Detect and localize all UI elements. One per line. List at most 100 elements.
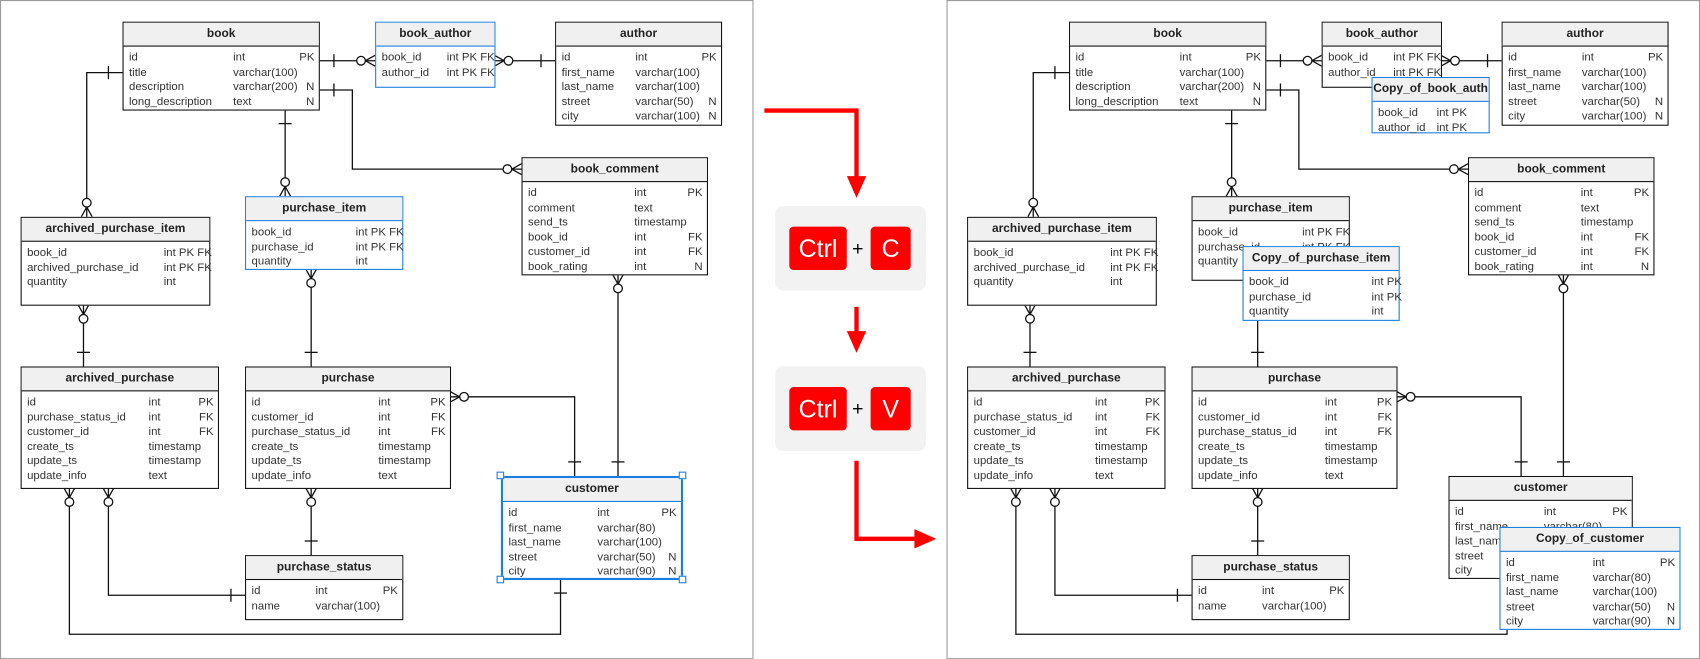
- column-row: name varchar(100): [246, 599, 402, 614]
- column-type: varchar(50): [1592, 600, 1651, 614]
- column-type: varchar(50): [597, 550, 656, 564]
- table-purchase-status-result[interactable]: purchase_status id int PK name varchar(100): [1191, 555, 1350, 621]
- column-flag: N: [694, 260, 703, 274]
- column-name: customer_id: [973, 425, 1036, 439]
- column-row: book_id int PK FK: [1323, 51, 1441, 66]
- table-copy-purchase-item[interactable]: Copy_of_purchase_item book_id int PK purcha…: [1242, 246, 1402, 321]
- zero-marker: [503, 55, 514, 66]
- resize-handle[interactable]: [496, 471, 505, 480]
- column-name: author_id: [1328, 65, 1376, 79]
- zero-marker: [613, 283, 623, 294]
- crow-foot-marker: [511, 168, 522, 176]
- crow-foot-marker: [63, 487, 70, 498]
- column-name: author_id: [1378, 120, 1426, 135]
- column-type: int: [1262, 584, 1275, 598]
- column-name: quantity: [27, 275, 67, 289]
- column-name: id: [1198, 584, 1207, 598]
- table-book-comment[interactable]: book_comment id int PK comment text send_ts tim…: [521, 157, 708, 276]
- zero-marker: [306, 277, 317, 288]
- column-name: title: [1075, 65, 1094, 79]
- column-row: id int PK: [22, 396, 218, 411]
- column-type: varchar(200): [1179, 80, 1245, 94]
- table-book[interactable]: book id int PK title varchar(100) description v…: [122, 21, 320, 111]
- resize-handle[interactable]: [678, 575, 687, 584]
- column-name: first_name: [1505, 570, 1560, 584]
- column-type: varchar(100): [1581, 80, 1647, 94]
- column-name: update_ts: [973, 454, 1024, 468]
- column-type: int: [634, 260, 647, 274]
- resize-handle[interactable]: [678, 471, 687, 480]
- column-name: long_description: [129, 95, 212, 109]
- column-name: id: [1508, 50, 1517, 64]
- column-type: int PK: [1371, 290, 1402, 304]
- table-book-result[interactable]: book id int PK title varchar(100) description v…: [1069, 21, 1267, 111]
- table-archived-purchase[interactable]: archived_purchase id int PK purchase_status_…: [20, 366, 220, 489]
- column-flag: N: [1666, 615, 1676, 629]
- column-type: varchar(100): [635, 65, 700, 79]
- column-row: street varchar(50) N: [1501, 600, 1680, 615]
- column-name: first_name: [508, 521, 562, 535]
- column-type: text: [148, 469, 167, 483]
- column-type: int: [1580, 230, 1593, 244]
- table-archived-purchase-result[interactable]: archived_purchase id int PK purchase_status_…: [967, 366, 1166, 489]
- column-row: street varchar(50) N: [1503, 95, 1668, 110]
- column-row: customer_id int FK: [1469, 245, 1653, 260]
- crow-foot-marker: [107, 487, 115, 498]
- table-author-result[interactable]: author id int PK first_name varchar(100) last_…: [1501, 21, 1669, 126]
- column-name: first_name: [1508, 65, 1562, 79]
- crow-foot-marker: [1032, 206, 1040, 218]
- table-book-author[interactable]: book_author book_id int PK FK author_id int …: [375, 21, 496, 88]
- resize-handle[interactable]: [496, 575, 505, 584]
- column-flag: N: [1654, 109, 1664, 123]
- column-type: int PK FK: [163, 260, 212, 274]
- column-type: int: [1371, 304, 1384, 318]
- column-name: street: [1508, 95, 1537, 109]
- column-row: update_info text: [1193, 469, 1397, 484]
- column-name: description: [1075, 80, 1131, 94]
- column-name: purchase_status_id: [1198, 425, 1297, 439]
- column-flag: PK: [430, 395, 446, 409]
- table-purchase-item[interactable]: purchase_item book_id int PK FK purchase_id…: [245, 196, 404, 270]
- table-customer[interactable]: customer id int PK first_name varchar(80) last…: [500, 475, 684, 581]
- table-purchase-status[interactable]: purchase_status id int PK name varchar(100): [245, 555, 404, 621]
- column-row: purchase_status_id int FK: [22, 410, 218, 425]
- column-row: id int PK: [1070, 51, 1265, 66]
- zero-marker: [1226, 177, 1237, 188]
- column-type: int: [1580, 245, 1593, 259]
- column-row: long_description text N: [1070, 95, 1265, 110]
- column-row: name varchar(100): [1193, 599, 1349, 614]
- table-purchase-result[interactable]: purchase id int PK customer_id int FK purchase_…: [1191, 366, 1398, 489]
- column-row: send_ts timestamp: [1469, 216, 1653, 231]
- table-author[interactable]: author id int PK first_name varchar(100) last_…: [555, 21, 723, 126]
- table-copy-book-author[interactable]: Copy_of_book_auth book_id int PK author_id i…: [1371, 76, 1490, 135]
- column-name: book_id: [27, 246, 67, 260]
- column-row: id int PK: [556, 51, 721, 66]
- column-name: id: [528, 186, 537, 200]
- zero-marker: [1302, 55, 1313, 66]
- crow-foot-marker: [279, 186, 286, 197]
- crow-foot-marker: [1027, 206, 1034, 218]
- column-row: last_name varchar(100): [503, 536, 681, 551]
- column-row: id int PK: [124, 51, 319, 66]
- column-row: title varchar(100): [124, 66, 319, 81]
- column-row: create_ts timestamp: [968, 440, 1164, 455]
- table-copy-customer[interactable]: Copy_of_customer id int PK first_name varchar…: [1499, 526, 1681, 630]
- crow-foot-marker: [82, 304, 90, 315]
- column-row: purchase_id int PK: [1244, 290, 1402, 305]
- table-purchase[interactable]: purchase id int PK customer_id int FK purchase_…: [245, 366, 452, 489]
- column-name: update_info: [27, 469, 87, 483]
- table-name: customer: [503, 478, 681, 502]
- table-archived-purchase-item-result[interactable]: archived_purchase_item book_id int PK FK ar…: [967, 216, 1158, 306]
- column-flag: PK: [198, 395, 214, 409]
- column-type: varchar(80): [597, 521, 656, 535]
- stage: book id int PK title varchar(100) description v…: [0, 0, 1700, 659]
- table-archived-purchase-item[interactable]: archived_purchase_item book_id int PK FK ar…: [20, 216, 212, 306]
- column-type: int: [1580, 186, 1593, 200]
- table-name: purchase_status: [246, 556, 403, 581]
- column-name: purchase_status_id: [251, 425, 351, 439]
- table-book-comment-result[interactable]: book_comment id int PK comment text send_ts tim…: [1468, 157, 1655, 276]
- column-type: int: [1095, 395, 1108, 409]
- column-name: id: [129, 50, 138, 64]
- column-row: id int PK: [503, 506, 681, 521]
- zero-marker: [280, 177, 291, 188]
